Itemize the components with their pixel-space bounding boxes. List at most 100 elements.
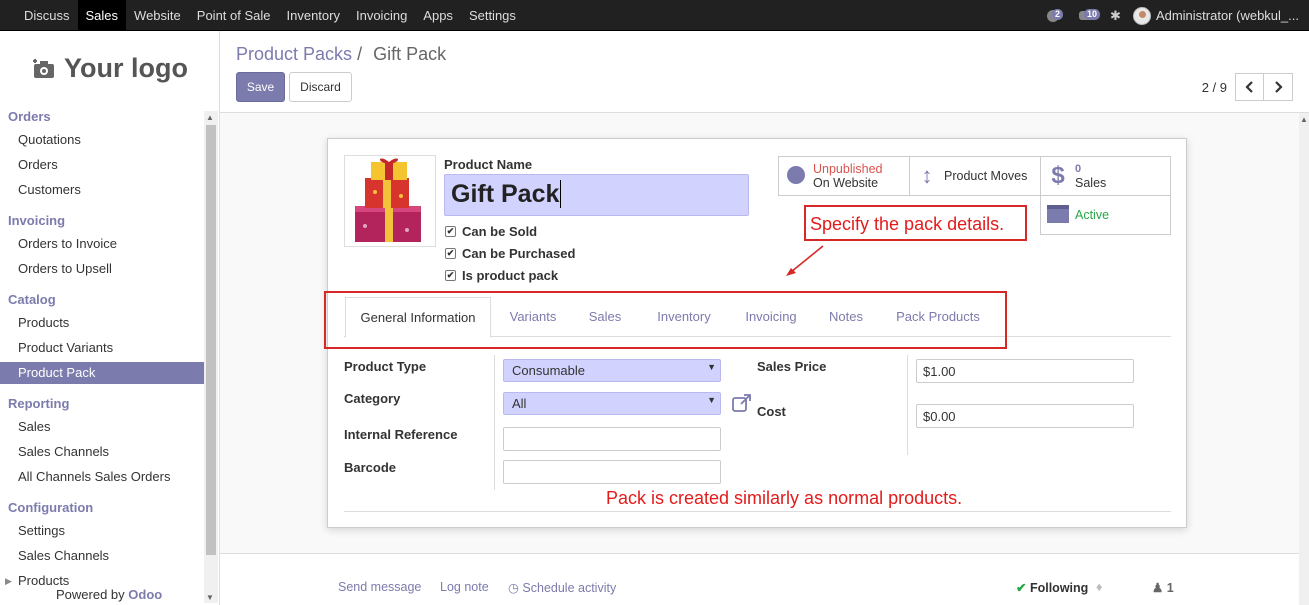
external-link-icon[interactable] [732, 394, 752, 412]
send-message-button[interactable]: Send message [338, 580, 421, 594]
active-toggle-button[interactable]: Active [1040, 195, 1171, 235]
sidebar-item-product-pack[interactable]: Product Pack [0, 362, 204, 384]
chevron-left-icon [1244, 81, 1253, 93]
menu-sales[interactable]: Sales [77, 0, 127, 31]
product-type-select[interactable]: Consumable ▼ [503, 359, 721, 382]
activity-icon[interactable]: 10 [1078, 8, 1101, 23]
barcode-input[interactable] [503, 460, 721, 484]
barcode-label: Barcode [344, 460, 397, 475]
can-be-purchased-checkbox[interactable]: ✔ Can be Purchased [445, 246, 575, 261]
main-scrollbar[interactable]: ▲ [1299, 113, 1309, 605]
sidebar-item-products[interactable]: Products [0, 312, 204, 334]
scroll-up-icon[interactable]: ▲ [206, 113, 214, 122]
scroll-down-icon[interactable]: ▼ [206, 593, 214, 602]
dropdown-arrow-icon: ▼ [707, 362, 716, 372]
sidebar-item-product-variants[interactable]: Product Variants [0, 337, 204, 359]
sidebar-item-customers[interactable]: Customers [0, 179, 204, 201]
top-navbar: Discuss Sales Website Point of Sale Inve… [0, 0, 1309, 31]
sidebar-item-config-sales-channels[interactable]: Sales Channels [0, 545, 204, 567]
scroll-up-icon[interactable]: ▲ [1300, 115, 1308, 124]
powered-by: Powered by Odoo [56, 587, 162, 602]
breadcrumb-product-packs[interactable]: Product Packs [236, 44, 352, 64]
odoo-link[interactable]: Odoo [128, 587, 162, 602]
cost-input[interactable]: $0.00 [916, 404, 1134, 428]
tab-sales[interactable]: Sales [580, 297, 630, 337]
chevron-right-icon [1275, 81, 1283, 93]
sidebar-section-orders[interactable]: Orders [8, 109, 51, 124]
internal-reference-input[interactable] [503, 427, 721, 451]
sidebar-item-sales-channels[interactable]: Sales Channels [0, 441, 204, 463]
checkbox-label: Can be Sold [462, 224, 538, 239]
messages-count-badge: 2 [1052, 8, 1064, 20]
sidebar-item-quotations[interactable]: Quotations [0, 129, 204, 151]
check-icon: ✔ [445, 270, 456, 281]
followers-button[interactable]: ♟ 1 [1152, 580, 1174, 595]
sidebar-section-catalog[interactable]: Catalog [8, 292, 56, 307]
bug-icon[interactable]: ✱ [1110, 8, 1121, 24]
sidebar-section-configuration[interactable]: Configuration [8, 500, 93, 515]
sidebar-section-reporting[interactable]: Reporting [8, 396, 69, 411]
sidebar-item-settings[interactable]: Settings [0, 520, 204, 542]
breadcrumb-separator: / [357, 44, 363, 64]
activity-count-badge: 10 [1084, 8, 1101, 20]
pager-previous-button[interactable] [1235, 73, 1264, 101]
sidebar-section-invoicing[interactable]: Invoicing [8, 213, 65, 228]
can-be-sold-checkbox[interactable]: ✔ Can be Sold [445, 224, 537, 239]
sidebar-item-all-channels-sales-orders[interactable]: All Channels Sales Orders [0, 466, 204, 488]
website-publish-button[interactable]: Unpublished On Website [778, 156, 910, 196]
product-type-label: Product Type [344, 359, 427, 374]
save-button[interactable]: Save [236, 72, 285, 102]
sidebar-item-orders-to-invoice[interactable]: Orders to Invoice [0, 233, 204, 255]
product-name-label: Product Name [444, 157, 533, 172]
menu-invoicing[interactable]: Invoicing [348, 0, 415, 31]
tab-general-information[interactable]: General Information [345, 297, 491, 338]
tab-notes[interactable]: Notes [822, 297, 870, 337]
product-moves-button[interactable]: ↕ Product Moves [909, 156, 1041, 196]
discard-button[interactable]: Discard [289, 72, 352, 102]
log-note-button[interactable]: Log note [440, 580, 489, 594]
schedule-activity-button[interactable]: ◷ Schedule activity [508, 580, 616, 595]
clock-icon: ◷ [508, 581, 519, 595]
user-menu[interactable]: Administrator (webkul_... [1132, 6, 1299, 25]
sales-count-button[interactable]: $ 0 Sales [1040, 156, 1171, 196]
schedule-activity-label: Schedule activity [522, 581, 617, 595]
sidebar-item-sales[interactable]: Sales [0, 416, 204, 438]
sidebar-item-orders[interactable]: Orders [0, 154, 204, 176]
sidebar-scroll-thumb[interactable] [206, 125, 216, 555]
website-status: Unpublished [813, 162, 883, 176]
product-moves-label: Product Moves [944, 169, 1028, 183]
tab-pack-products[interactable]: Pack Products [888, 297, 988, 337]
sales-price-input[interactable]: $1.00 [916, 359, 1134, 383]
sidebar-item-label: Products [18, 573, 70, 588]
tab-invoicing[interactable]: Invoicing [736, 297, 806, 337]
followers-count: 1 [1166, 581, 1174, 595]
sidebar-item-orders-to-upsell[interactable]: Orders to Upsell [0, 258, 204, 280]
tab-inventory[interactable]: Inventory [646, 297, 722, 337]
breadcrumb-current: Gift Pack [373, 44, 447, 64]
sales-price-label: Sales Price [757, 359, 827, 374]
archive-icon [1041, 204, 1075, 226]
following-button[interactable]: ✔ Following [1016, 580, 1088, 595]
product-name-input[interactable]: Gift Pack [444, 174, 749, 216]
category-select[interactable]: All ▼ [503, 392, 721, 415]
sidebar-scrollbar[interactable]: ▲ ▼ [204, 111, 218, 603]
bell-icon[interactable]: ♦ [1096, 580, 1102, 594]
control-panel: Product Packs / Gift Pack Save Discard 2… [220, 31, 1309, 113]
menu-website[interactable]: Website [126, 0, 189, 31]
menu-settings[interactable]: Settings [461, 0, 524, 31]
breadcrumb: Product Packs / Gift Pack [236, 44, 446, 65]
sales-label: Sales [1075, 176, 1107, 190]
is-product-pack-checkbox[interactable]: ✔ Is product pack [445, 268, 558, 283]
pager-next-button[interactable] [1264, 73, 1293, 101]
menu-point-of-sale[interactable]: Point of Sale [189, 0, 279, 31]
menu-discuss[interactable]: Discuss [16, 0, 78, 31]
conversations-icon[interactable]: 2 [1046, 8, 1066, 23]
menu-inventory[interactable]: Inventory [279, 0, 348, 31]
menu-apps[interactable]: Apps [415, 0, 461, 31]
tab-variants[interactable]: Variants [500, 297, 566, 337]
powered-by-text: Powered by [56, 587, 125, 602]
category-value: All [512, 396, 527, 411]
checkbox-label: Is product pack [462, 268, 559, 283]
product-image[interactable] [344, 155, 436, 247]
pager-value[interactable]: 2 / 9 [1202, 80, 1227, 95]
